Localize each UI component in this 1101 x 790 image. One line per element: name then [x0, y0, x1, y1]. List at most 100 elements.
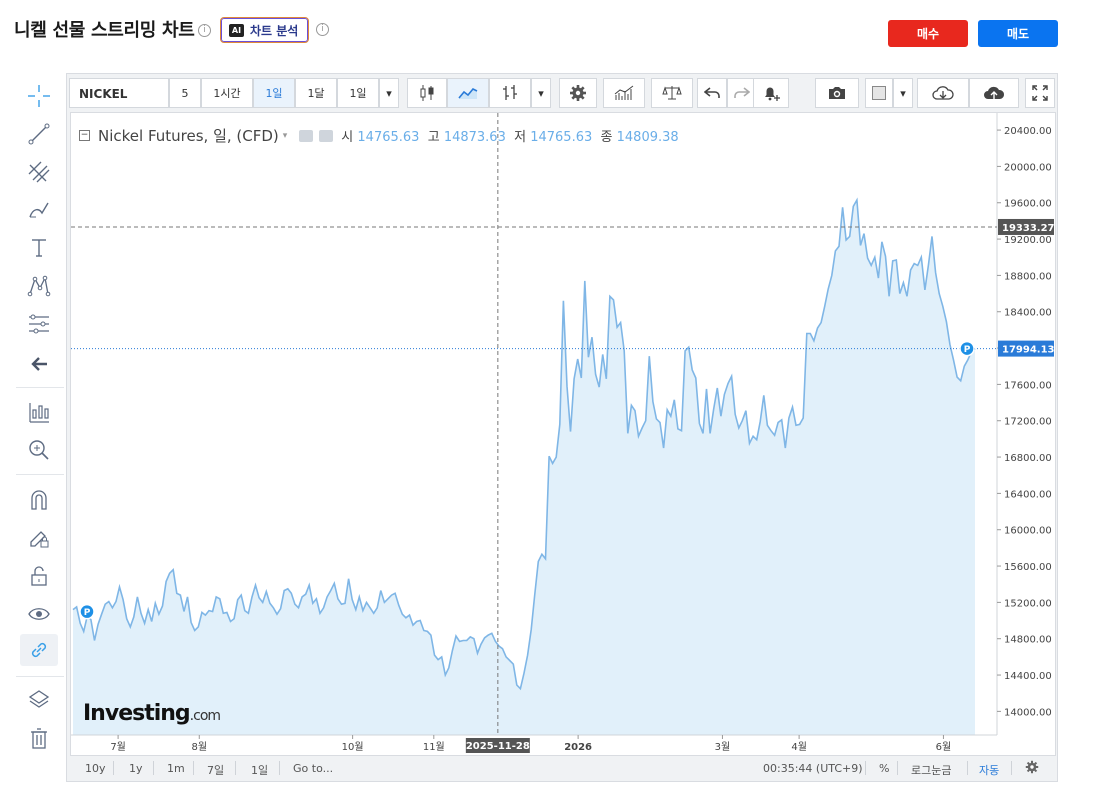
time-tick-label: 10월 — [342, 741, 364, 753]
ai-chart-analysis-button[interactable]: AI 차트 분석 — [220, 17, 310, 43]
series-area — [73, 200, 975, 735]
gear-icon[interactable] — [319, 129, 334, 142]
collapse-icon[interactable]: − — [79, 130, 90, 141]
ohlc-values: 시 14765.63 고 14873.63 저 14765.63 종 14809… — [341, 130, 679, 145]
last-price-label: 17994.13 — [1002, 345, 1055, 356]
indicators-icon[interactable] — [20, 396, 58, 428]
price-tick-label: 20000.00 — [1004, 162, 1052, 173]
area-chart-icon[interactable] — [447, 78, 489, 108]
eye-icon[interactable] — [299, 129, 314, 142]
undo-icon[interactable] — [697, 78, 727, 108]
chart-toolbar: NICKEL 5 1시간 1일 1달 1일 ▾ ▾ ▾ — [69, 78, 1055, 108]
time-tick-label: 6월 — [936, 741, 952, 753]
compare-scale-icon[interactable] — [651, 78, 693, 108]
price-tick-label: 18800.00 — [1004, 271, 1052, 282]
unlock-icon[interactable] — [20, 560, 58, 592]
interval-5[interactable]: 5 — [169, 78, 201, 108]
price-tick-label: 14400.00 — [1004, 671, 1052, 682]
price-tick-label: 18400.00 — [1004, 308, 1052, 319]
fibonacci-icon[interactable] — [20, 308, 58, 340]
time-tick-label: 11월 — [423, 741, 445, 753]
price-tick-label: 16000.00 — [1004, 526, 1052, 537]
camera-icon[interactable] — [815, 78, 859, 108]
price-tick-label: 16400.00 — [1004, 489, 1052, 500]
lock-drawing-icon[interactable] — [20, 522, 58, 554]
price-tick-label: 17600.00 — [1004, 380, 1052, 391]
auto-scale-toggle[interactable]: 자동 — [979, 762, 999, 778]
toolbar-divider — [16, 387, 64, 388]
toolbar-divider — [16, 474, 64, 475]
fullscreen-icon[interactable] — [1025, 78, 1055, 108]
chart-svg[interactable]: 20400.00 20000.00 19600.00 19200.00 18800.00… — [71, 113, 1055, 755]
back-arrow-icon[interactable] — [20, 348, 58, 380]
cloud-upload-icon[interactable] — [969, 78, 1019, 108]
range-bar: 10y 1y 1m 7일 1일 Go to... 00:35:44 (UTC+9… — [69, 757, 1055, 779]
time-tick-label: 3월 — [715, 741, 731, 753]
indicators-icon[interactable] — [603, 78, 645, 108]
chart-plot[interactable]: 20400.00 20000.00 19600.00 19200.00 18800.00… — [70, 112, 1056, 756]
magnet-icon[interactable] — [20, 484, 58, 516]
price-tick-label: 19600.00 — [1004, 199, 1052, 210]
price-tick-label: 20400.00 — [1004, 126, 1052, 137]
p-marker-label: P — [964, 345, 971, 355]
bar-chart-icon[interactable] — [489, 78, 531, 108]
p-marker-label: P — [84, 608, 91, 618]
candlestick-icon[interactable] — [407, 78, 447, 108]
range-1y[interactable]: 1y — [129, 762, 143, 775]
gear-icon[interactable] — [559, 78, 597, 108]
price-tick-label: 15200.00 — [1004, 598, 1052, 609]
trend-line-icon[interactable] — [20, 118, 58, 150]
time-tick-label: 4월 — [791, 741, 807, 753]
interval-1d[interactable]: 1일 — [253, 78, 295, 108]
layers-icon[interactable] — [20, 684, 58, 716]
parallel-channel-icon[interactable] — [20, 156, 58, 188]
range-7d[interactable]: 7일 — [207, 762, 224, 778]
range-1m[interactable]: 1m — [167, 762, 185, 775]
crosshair-date-label: 2025-11-28 — [466, 741, 530, 752]
eye-icon[interactable] — [20, 598, 58, 630]
chevron-down-icon[interactable]: ▾ — [283, 131, 288, 141]
page-title: 니켈 선물 스트리밍 차트 — [14, 20, 195, 41]
series-name: Nickel Futures, 일, (CFD) — [98, 127, 279, 145]
interval-1h[interactable]: 1시간 — [201, 78, 253, 108]
price-tick-label: 14000.00 — [1004, 707, 1052, 718]
pattern-icon[interactable] — [20, 270, 58, 302]
brush-icon[interactable] — [20, 194, 58, 226]
interval-dropdown-value[interactable]: 1일 — [337, 78, 379, 108]
price-tick-label: 17200.00 — [1004, 417, 1052, 428]
add-alert-icon[interactable] — [753, 78, 789, 108]
crosshair-icon[interactable] — [20, 80, 58, 112]
interval-1mo[interactable]: 1달 — [295, 78, 337, 108]
log-scale-toggle[interactable]: 로그눈금 — [911, 762, 951, 778]
text-tool-icon[interactable] — [20, 232, 58, 264]
price-series — [72, 197, 976, 735]
time-tick-label: 7월 — [110, 741, 126, 753]
app-root: 니켈 선물 스트리밍 차트 i AI 차트 분석 i 매수 매도 NICKEL … — [0, 0, 1101, 790]
sell-button[interactable]: 매도 — [978, 20, 1058, 47]
range-10y[interactable]: 10y — [85, 762, 106, 775]
trash-icon[interactable] — [20, 722, 58, 754]
range-1d[interactable]: 1일 — [251, 762, 268, 778]
cloud-download-icon[interactable] — [917, 78, 969, 108]
zoom-in-icon[interactable] — [20, 434, 58, 466]
symbol-input[interactable]: NICKEL — [69, 78, 169, 108]
ai-icon: AI — [229, 23, 244, 37]
drawing-toolbar — [16, 78, 64, 768]
ai-badge-label: 차트 분석 — [250, 23, 299, 38]
goto-date[interactable]: Go to... — [293, 762, 333, 775]
toolbar-divider — [16, 676, 64, 677]
info-icon[interactable]: i — [316, 23, 329, 36]
link-icon[interactable] — [20, 634, 58, 666]
percent-toggle[interactable]: % — [879, 762, 889, 775]
crosshair-price-label: 19333.27 — [1002, 223, 1055, 234]
chart-container: NICKEL 5 1시간 1일 1달 1일 ▾ ▾ ▾ 20400.00 200… — [66, 73, 1058, 782]
time-axis[interactable]: 7월 8월 10월 11월 2026 3월 4월 6월 — [71, 734, 997, 753]
chevron-down-icon[interactable]: ▾ — [531, 78, 551, 108]
buy-button[interactable]: 매수 — [888, 20, 968, 47]
color-picker-swatch[interactable] — [865, 78, 893, 108]
info-icon[interactable]: i — [198, 24, 211, 37]
chevron-down-icon[interactable]: ▾ — [379, 78, 399, 108]
chevron-down-icon[interactable]: ▾ — [893, 78, 913, 108]
open-value: 14765.63 — [357, 130, 420, 145]
gear-icon[interactable] — [1025, 760, 1039, 777]
